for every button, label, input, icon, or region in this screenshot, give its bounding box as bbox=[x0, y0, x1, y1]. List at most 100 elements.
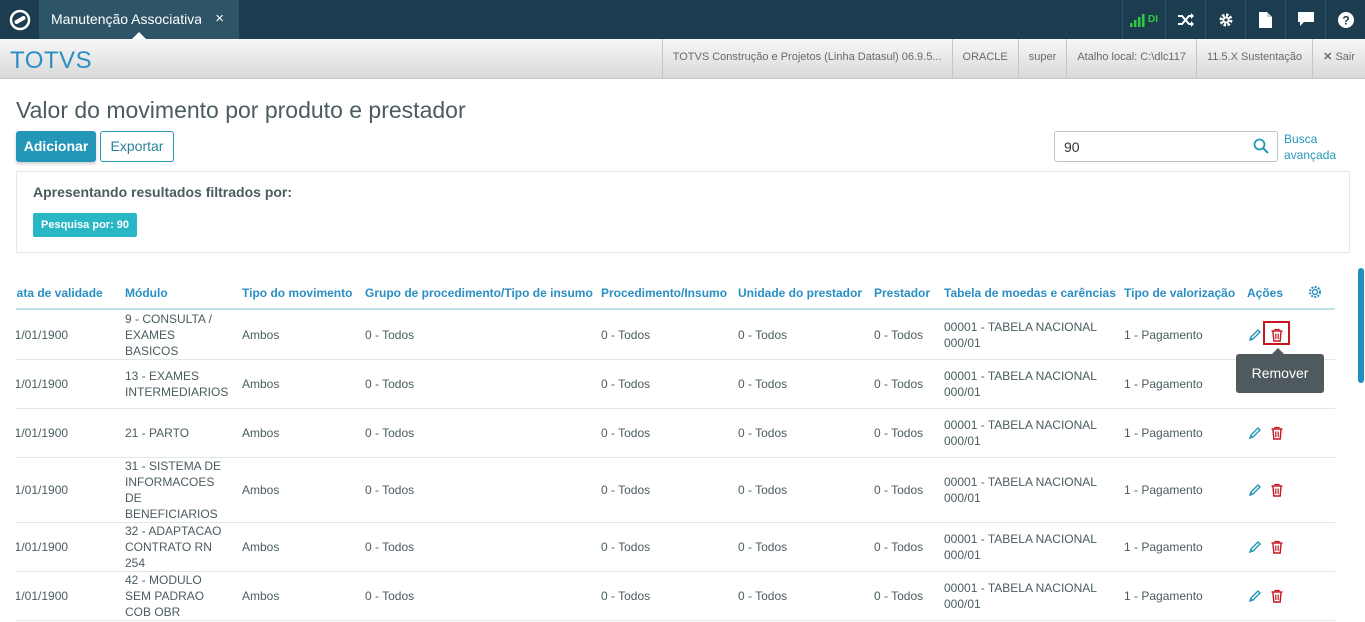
search-field[interactable]: 90 bbox=[1054, 131, 1278, 162]
cell-provider-unit: 0 - Todos bbox=[738, 377, 788, 391]
remove-highlight bbox=[1263, 321, 1290, 345]
cell-movement-type: Ambos bbox=[242, 589, 280, 603]
cell-procedure: 0 - Todos bbox=[601, 540, 651, 554]
col-header-procedure-group[interactable]: Grupo de procedimento/Tipo de insumo bbox=[365, 286, 593, 300]
svg-text:?: ? bbox=[1342, 13, 1349, 27]
cell-valuation-type: 1 - Pagamento bbox=[1124, 328, 1203, 342]
remove-trash-icon[interactable] bbox=[1270, 540, 1284, 554]
cell-module-line: 32 - ADAPTACAO bbox=[125, 524, 222, 538]
close-icon: ✕ bbox=[1323, 51, 1336, 63]
remove-trash-icon[interactable] bbox=[1270, 589, 1284, 603]
search-icon[interactable] bbox=[1253, 138, 1269, 159]
session-info: TOTVS Construção e Projetos (Linha Datas… bbox=[661, 39, 1365, 78]
cell-module: 21 - PARTO bbox=[125, 425, 189, 441]
table-row[interactable]: 01/01/1900 13 - EXAMES INTERMEDIARIOS Ambos… bbox=[16, 359, 1335, 409]
cell-provider: 0 - Todos bbox=[874, 328, 924, 342]
remove-trash-icon[interactable] bbox=[1270, 426, 1284, 440]
edit-pencil-icon[interactable] bbox=[1248, 328, 1262, 342]
signal-label: DI bbox=[1148, 14, 1158, 25]
tooltip-arrow bbox=[1272, 348, 1284, 354]
table-row[interactable]: 01/01/1900 9 - CONSULTA / EXAMES BASICOS Amb… bbox=[16, 310, 1335, 360]
col-header-provider[interactable]: Prestador bbox=[874, 286, 930, 300]
local-shortcut-info: Atalho local: C:\dlc117 bbox=[1066, 39, 1196, 78]
filter-tag[interactable]: Pesquisa por: 90 bbox=[33, 213, 138, 237]
col-header-currency-table[interactable]: Tabela de moedas e carências bbox=[944, 286, 1116, 300]
database-info: ORACLE bbox=[951, 39, 1018, 78]
cell-procedure-group: 0 - Todos bbox=[365, 328, 415, 342]
cell-date: 01/01/1900 bbox=[16, 589, 69, 603]
cell-currency-table-line: 000/01 bbox=[944, 336, 981, 350]
export-button[interactable]: Exportar bbox=[100, 131, 174, 162]
cell-provider: 0 - Todos bbox=[874, 377, 924, 391]
product-info: TOTVS Construção e Projetos (Linha Datas… bbox=[661, 39, 952, 78]
cell-module-line: EXAMES bbox=[125, 328, 176, 342]
table-row[interactable]: 01/01/1900 21 - PARTO Ambos 0 - Todos 0 - To… bbox=[16, 408, 1335, 458]
close-tab-icon[interactable]: × bbox=[215, 10, 224, 27]
cell-date: 01/01/1900 bbox=[16, 540, 69, 554]
vertical-scrollbar[interactable] bbox=[1358, 268, 1364, 383]
col-header-valuation-type[interactable]: Tipo de valorização bbox=[1124, 286, 1235, 300]
edit-pencil-icon[interactable] bbox=[1248, 540, 1262, 554]
help-icon[interactable]: ? bbox=[1325, 0, 1365, 39]
add-button[interactable]: Adicionar bbox=[16, 131, 96, 162]
cell-module-line: 9 - CONSULTA / bbox=[125, 312, 212, 326]
col-header-date[interactable]: Data de validade bbox=[16, 286, 103, 300]
cell-currency-table-line: 000/01 bbox=[944, 597, 981, 611]
gear-icon[interactable] bbox=[1205, 0, 1245, 39]
remove-tooltip: Remover bbox=[1236, 348, 1324, 393]
cell-module-line: SEM PADRAO bbox=[125, 589, 205, 603]
cell-provider-unit: 0 - Todos bbox=[738, 589, 788, 603]
cell-currency-table: 00001 - TABELA NACIONAL 000/01 bbox=[944, 474, 1097, 506]
totvs-logo-icon[interactable] bbox=[0, 0, 39, 39]
column-settings-gear-icon[interactable] bbox=[1308, 285, 1322, 302]
advanced-search-label-1: Busca bbox=[1284, 132, 1318, 146]
cell-movement-type: Ambos bbox=[242, 540, 280, 554]
top-bar: Manutenção Associativa × DI ? bbox=[0, 0, 1365, 39]
cell-provider-unit: 0 - Todos bbox=[738, 483, 788, 497]
col-header-actions: Ações bbox=[1247, 286, 1284, 300]
table-row[interactable]: 01/01/1900 42 - MODULO SEM PADRAO COB OBR Am… bbox=[16, 571, 1335, 621]
remove-trash-icon[interactable] bbox=[1270, 483, 1284, 497]
edit-pencil-icon[interactable] bbox=[1248, 483, 1262, 497]
results-table: Data de validade Módulo Tipo do moviment… bbox=[16, 278, 1335, 622]
document-icon[interactable] bbox=[1245, 0, 1285, 39]
table-row[interactable]: 01/01/1900 31 - SISTEMA DE INFORMACOES DE BE… bbox=[16, 457, 1335, 523]
cell-procedure-group: 0 - Todos bbox=[365, 540, 415, 554]
col-header-procedure[interactable]: Procedimento/Insumo bbox=[601, 286, 727, 300]
cell-movement-type: Ambos bbox=[242, 377, 280, 391]
app-tab[interactable]: Manutenção Associativa × bbox=[39, 0, 239, 39]
cell-date: 01/01/1900 bbox=[16, 426, 69, 440]
edit-pencil-icon[interactable] bbox=[1248, 589, 1262, 603]
table-row[interactable]: 01/01/1900 32 - ADAPTACAO CONTRATO RN 254 Am… bbox=[16, 522, 1335, 572]
cell-module: 42 - MODULO SEM PADRAO COB OBR bbox=[125, 572, 204, 620]
cell-module-line: INFORMACOES bbox=[125, 475, 215, 489]
logout-label: Sair bbox=[1335, 51, 1355, 63]
cell-module-line: COB OBR bbox=[125, 605, 181, 619]
col-header-movement-type[interactable]: Tipo do movimento bbox=[242, 286, 352, 300]
cell-module-line: 254 bbox=[125, 556, 146, 570]
cell-currency-table-line: 000/01 bbox=[944, 385, 981, 399]
cell-procedure: 0 - Todos bbox=[601, 483, 651, 497]
search-input[interactable]: 90 bbox=[1064, 139, 1080, 155]
cell-provider: 0 - Todos bbox=[874, 483, 924, 497]
logout-button[interactable]: ✕ Sair bbox=[1312, 39, 1365, 78]
cell-module-line: DE bbox=[125, 491, 142, 505]
edit-pencil-icon[interactable] bbox=[1248, 426, 1262, 440]
cell-currency-table-line: 000/01 bbox=[944, 548, 981, 562]
cell-module: 13 - EXAMES INTERMEDIARIOS bbox=[125, 368, 228, 400]
cell-provider: 0 - Todos bbox=[874, 589, 924, 603]
version-info: 11.5.X Sustentação bbox=[1195, 39, 1312, 78]
advanced-search-link[interactable]: Busca avançada bbox=[1284, 131, 1336, 163]
chat-icon[interactable] bbox=[1285, 0, 1325, 39]
signal-indicator[interactable]: DI bbox=[1122, 0, 1165, 39]
cell-movement-type: Ambos bbox=[242, 426, 280, 440]
shuffle-icon[interactable] bbox=[1165, 0, 1205, 39]
page-title: Valor do movimento por produto e prestad… bbox=[16, 97, 466, 123]
cell-provider-unit: 0 - Todos bbox=[738, 540, 788, 554]
cell-procedure: 0 - Todos bbox=[601, 328, 651, 342]
col-header-module[interactable]: Módulo bbox=[125, 286, 168, 300]
cell-currency-table: 00001 - TABELA NACIONAL 000/01 bbox=[944, 319, 1097, 351]
brand-logo: TOTVS bbox=[10, 47, 93, 74]
col-header-provider-unit[interactable]: Unidade do prestador bbox=[738, 286, 862, 300]
cell-provider-unit: 0 - Todos bbox=[738, 426, 788, 440]
